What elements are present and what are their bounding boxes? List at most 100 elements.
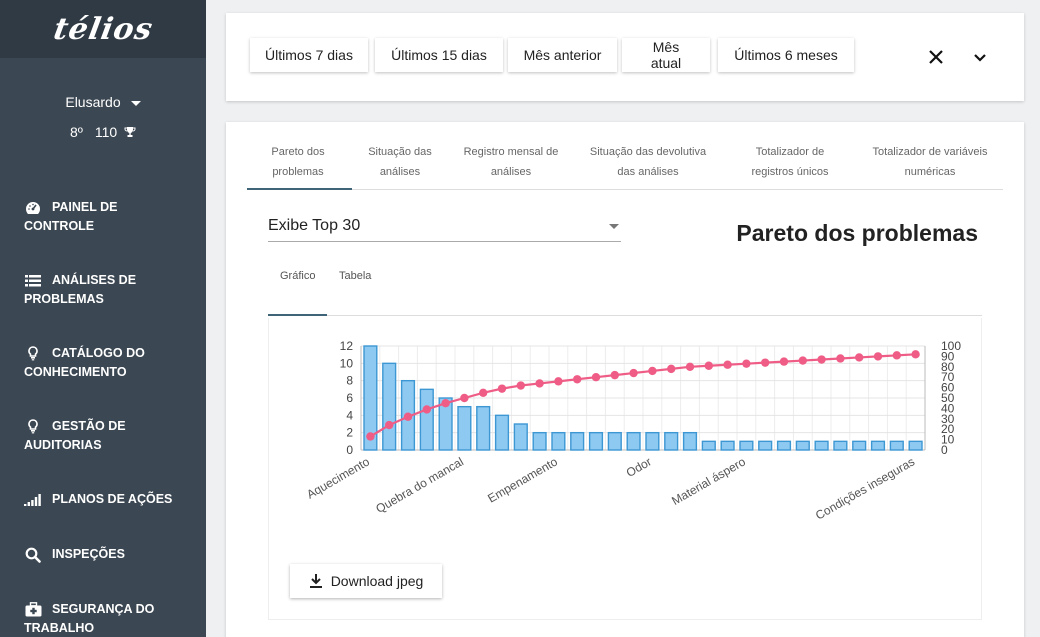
y-tick-label: 10	[340, 356, 354, 370]
chart-bar	[701, 440, 716, 451]
x-tick-label: Quebra do mancal	[373, 454, 466, 515]
sidebar-item-label: SEGURANÇA DO TRABALHO	[24, 602, 155, 635]
tab-variaveis-numericas[interactable]: Totalizador de variáveis numéricas	[865, 142, 995, 182]
sidebar-item-painel[interactable]: PAINEL DE CONTROLE	[0, 198, 184, 236]
user-block: Elusardo 8º 110	[0, 58, 206, 218]
tab-label-line: Situação das	[368, 146, 432, 158]
tab-situacao-analises[interactable]: Situação das análises	[349, 142, 451, 182]
y-tick-label: 0	[346, 443, 353, 457]
sidebar-item-planos[interactable]: PLANOS DE AÇÕES	[0, 490, 184, 509]
subtab-grafico[interactable]: Gráfico	[280, 270, 315, 282]
cumulative-point	[573, 375, 582, 384]
sidebar-item-label: ANÁLISES DE PROBLEMAS	[24, 273, 137, 306]
filter-last-7-days-button[interactable]: Últimos 7 dias	[250, 38, 368, 72]
filter-current-month-button[interactable]: Mês atual	[622, 38, 710, 72]
chart-bar	[607, 431, 622, 451]
cumulative-point	[516, 381, 525, 390]
cumulative-point	[873, 352, 883, 361]
chart-bar	[739, 440, 754, 451]
x-tick-label: Odor	[624, 454, 654, 479]
sidebar-item-seguranca[interactable]: SEGURANÇA DO TRABALHO	[0, 600, 184, 637]
cumulative-point	[892, 351, 901, 360]
search-icon	[24, 547, 42, 563]
active-subtab-indicator	[268, 314, 327, 316]
sidebar-item-auditorias[interactable]: GESTÃO DE AUDITORIAS	[0, 417, 184, 455]
filter-last-6-months-button[interactable]: Últimos 6 meses	[718, 38, 854, 72]
tab-pareto[interactable]: Pareto dos problemas	[247, 142, 349, 182]
x-tick-label: Material áspero	[669, 454, 748, 508]
chart-bar	[870, 440, 886, 451]
brand-logo[interactable]: télios	[51, 12, 156, 47]
tab-label-line: Pareto dos	[271, 146, 325, 158]
close-icon	[929, 50, 943, 64]
view-subtabs: Gráfico Tabela	[268, 262, 982, 316]
chart-bar	[494, 414, 510, 451]
pareto-chart: 0246810120102030405060708090100Aquecimen…	[304, 339, 961, 523]
cumulative-point	[817, 355, 826, 364]
chart-bar	[833, 440, 848, 451]
chart-bar	[720, 440, 735, 451]
cumulative-point	[610, 370, 619, 380]
report-card: Pareto dos problemas Situação das anális…	[226, 122, 1024, 637]
tab-label-line: Situação das devolutiva	[589, 146, 707, 158]
sidebar-item-analises[interactable]: ANÁLISES DE PROBLEMAS	[0, 271, 184, 309]
subtab-tabela[interactable]: Tabela	[339, 270, 371, 282]
cumulative-point	[723, 360, 732, 369]
cumulative-point	[422, 405, 431, 414]
tab-label-line: análises	[379, 166, 421, 178]
sidebar: télios Elusardo 8º 110 PAINEL DE CONTROL…	[0, 0, 206, 637]
chart-bar	[476, 405, 491, 451]
y-tick-label: 8	[346, 374, 353, 388]
close-filter-button[interactable]	[926, 47, 946, 67]
chevron-down-icon	[974, 54, 986, 62]
tab-label-line: numéricas	[904, 166, 956, 178]
sidebar-item-label: GESTÃO DE AUDITORIAS	[24, 419, 126, 452]
sidebar-item-catalogo[interactable]: CATÁLOGO DO CONHECIMENTO	[0, 344, 184, 382]
user-menu-toggle[interactable]: Elusardo	[65, 94, 141, 110]
cumulative-point	[591, 373, 601, 382]
download-label: Download jpeg	[330, 573, 424, 589]
cumulative-point	[742, 359, 751, 368]
collapse-filter-button[interactable]	[970, 47, 990, 67]
tab-registros-unicos[interactable]: Totalizador de registros únicos	[735, 142, 845, 182]
filter-previous-month-button[interactable]: Mês anterior	[508, 38, 617, 72]
tab-label-line: Totalizador de variáveis	[872, 146, 988, 158]
tab-label-line: análises	[490, 166, 532, 178]
x-tick-label: Aquecimento	[304, 454, 372, 501]
cumulative-point	[836, 354, 845, 363]
panel-title: Pareto dos problemas	[736, 220, 978, 246]
filter-last-15-days-button[interactable]: Últimos 15 dias	[375, 38, 503, 72]
cumulative-point	[629, 368, 638, 378]
cumulative-point	[911, 350, 920, 359]
user-points-wrap: 110	[95, 124, 136, 140]
chart-bar	[852, 440, 867, 451]
chart-bar	[382, 362, 397, 451]
chart-bar	[682, 431, 698, 451]
chart-bar	[513, 423, 528, 451]
y-tick-label: 6	[346, 391, 353, 405]
cumulative-point	[761, 358, 770, 367]
download-jpeg-button[interactable]: Download jpeg	[290, 564, 442, 598]
caret-down-icon	[130, 100, 141, 106]
cumulative-point	[554, 377, 563, 386]
tab-registro-mensal[interactable]: Registro mensal de análises	[451, 142, 571, 182]
cumulative-point	[535, 379, 544, 388]
cumulative-point	[366, 432, 375, 441]
cumulative-point	[685, 362, 695, 371]
sidebar-item-inspecoes[interactable]: INSPEÇÕES	[0, 545, 184, 564]
sidebar-item-label: PAINEL DE CONTROLE	[24, 200, 118, 233]
chart-bar	[551, 431, 566, 451]
logo-bar: télios	[0, 0, 206, 58]
cumulative-point	[385, 420, 394, 430]
cumulative-point	[779, 357, 789, 366]
chart-bar	[776, 440, 792, 451]
y-tick-label: 4	[346, 408, 353, 422]
top-n-select[interactable]: Exibe Top 30	[268, 214, 621, 242]
chart-bar	[626, 431, 641, 451]
tab-situacao-devolutiva[interactable]: Situação das devolutiva das análises	[581, 142, 715, 182]
top-n-select-value: Exibe Top 30	[268, 217, 361, 234]
chart-bar	[457, 405, 472, 451]
chart-bar	[570, 431, 585, 451]
chart-bar	[664, 431, 679, 451]
chart-bar	[532, 431, 547, 451]
